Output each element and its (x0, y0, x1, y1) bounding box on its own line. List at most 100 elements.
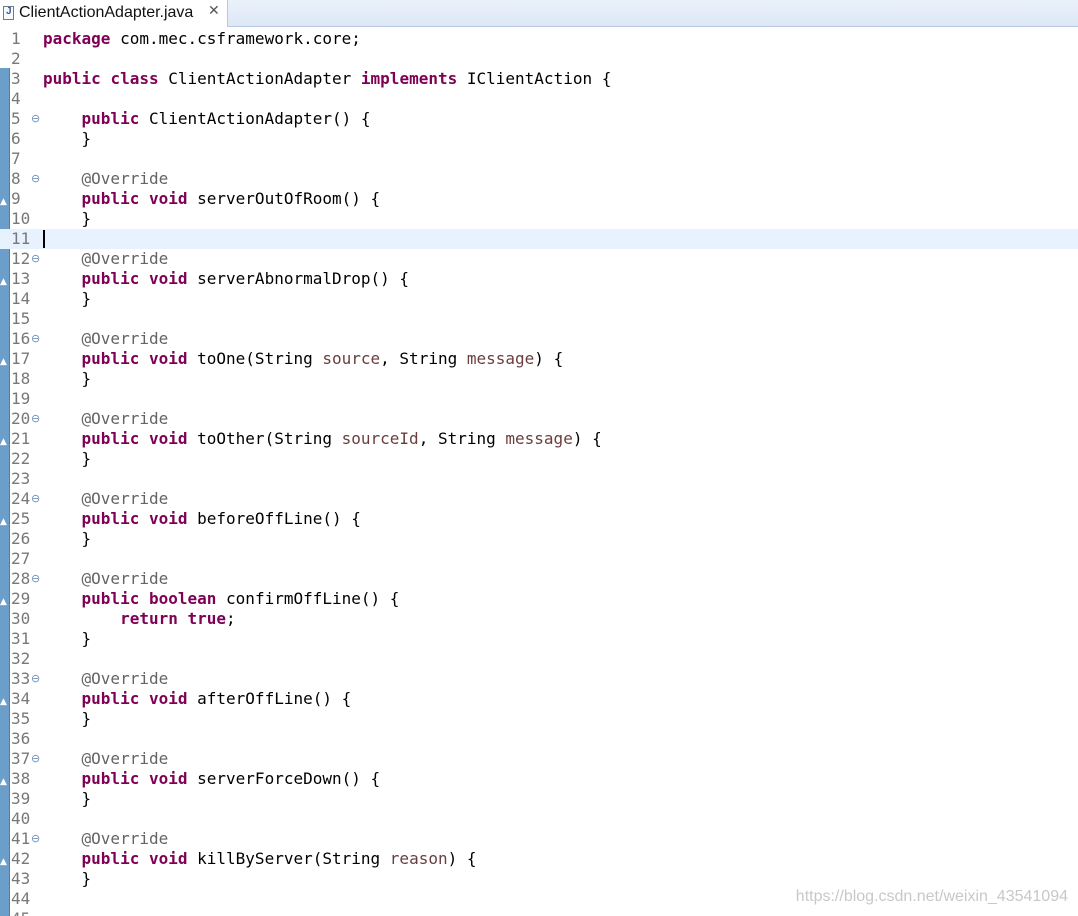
code-line[interactable]: 22 } (0, 449, 1078, 469)
fold-toggle-icon[interactable]: ⊖ (31, 829, 41, 849)
line-number: 41 (11, 829, 31, 848)
fold-toggle-icon[interactable]: ⊖ (31, 249, 41, 269)
code-line[interactable]: 34 ▲ public void afterOffLine() { (0, 689, 1078, 709)
line-number: 3 (11, 69, 21, 88)
code-token: ) { (534, 349, 564, 368)
line-number: 10 (11, 209, 31, 228)
code-line[interactable]: 12 ⊖ @Override (0, 249, 1078, 269)
code-text: public void afterOffLine() { (43, 689, 352, 709)
code-line[interactable]: 6 } (0, 129, 1078, 149)
fold-toggle-icon[interactable]: ⊖ (31, 669, 41, 689)
code-line[interactable]: 13 ▲ public void serverAbnormalDrop() { (0, 269, 1078, 289)
code-line[interactable]: 16 ⊖ @Override (0, 329, 1078, 349)
code-line[interactable]: 35 } (0, 709, 1078, 729)
watermark: https://blog.csdn.net/weixin_43541094 (795, 888, 1068, 905)
code-line[interactable]: 38 ▲ public void serverForceDown() { (0, 769, 1078, 789)
close-icon[interactable]: ✕ (208, 3, 220, 19)
code-line[interactable]: 28 ⊖ @Override (0, 569, 1078, 589)
fold-toggle-icon[interactable]: ⊖ (31, 749, 41, 769)
code-line[interactable]: 36 (0, 729, 1078, 749)
code-line[interactable]: 25 ▲ public void beforeOffLine() { (0, 509, 1078, 529)
annotation-token: @Override (81, 569, 169, 588)
code-line[interactable]: 10 } (0, 209, 1078, 229)
code-line[interactable]: 32 (0, 649, 1078, 669)
code-line[interactable]: 4 (0, 89, 1078, 109)
code-token: } (43, 709, 92, 728)
code-line[interactable]: 15 (0, 309, 1078, 329)
code-line[interactable]: 42 ▲ public void killByServer(String reas… (0, 849, 1078, 869)
fold-toggle-icon[interactable]: ⊖ (31, 409, 41, 429)
text-caret (43, 230, 45, 248)
keyword-token: void (148, 349, 188, 368)
code-line[interactable]: 14 } (0, 289, 1078, 309)
annotation-token: @Override (81, 829, 169, 848)
code-line[interactable]: 37 ⊖ @Override (0, 749, 1078, 769)
code-line[interactable]: 43 } (0, 869, 1078, 889)
code-line[interactable]: 24 ⊖ @Override (0, 489, 1078, 509)
code-line[interactable]: 27 (0, 549, 1078, 569)
keyword-token: public (81, 509, 140, 528)
line-number: 45 (11, 909, 31, 916)
code-line[interactable]: 45 (0, 909, 1078, 916)
code-line[interactable]: 23 (0, 469, 1078, 489)
code-editor[interactable]: 1 package com.mec.csframework.core; 2 3 publ… (0, 27, 1078, 916)
fold-toggle-icon[interactable]: ⊖ (31, 169, 41, 189)
code-line[interactable]: 33 ⊖ @Override (0, 669, 1078, 689)
code-line[interactable]: 20 ⊖ @Override (0, 409, 1078, 429)
code-line[interactable]: 7 (0, 149, 1078, 169)
code-line[interactable]: 1 package com.mec.csframework.core; (0, 29, 1078, 49)
keyword-token: public (43, 69, 101, 88)
code-line[interactable]: 39 } (0, 789, 1078, 809)
code-text: public void toOther(String sourceId, Str… (43, 429, 602, 449)
code-text: @Override (43, 489, 169, 509)
fold-toggle-icon[interactable]: ⊖ (31, 109, 41, 129)
code-line[interactable]: 40 (0, 809, 1078, 829)
code-line[interactable]: 31 } (0, 629, 1078, 649)
code-line[interactable]: 3 public class ClientActionAdapter implem… (0, 69, 1078, 89)
code-line[interactable]: 5 ⊖ public ClientActionAdapter() { (0, 109, 1078, 129)
code-line[interactable]: 30 return true; (0, 609, 1078, 629)
code-text: @Override (43, 669, 169, 689)
code-text: public ClientActionAdapter() { (43, 109, 371, 129)
line-number: 12 (11, 249, 31, 268)
code-line[interactable]: 18 } (0, 369, 1078, 389)
code-line[interactable]: 29 ▲ public boolean confirmOffLine() { (0, 589, 1078, 609)
line-number: 5 (11, 109, 21, 128)
fold-toggle-icon[interactable]: ⊖ (31, 569, 41, 589)
code-token: , String (380, 349, 467, 368)
code-line[interactable]: 21 ▲ public void toOther(String sourceId,… (0, 429, 1078, 449)
code-line[interactable]: 41 ⊖ @Override (0, 829, 1078, 849)
code-token: ) { (572, 429, 602, 448)
code-line[interactable]: 2 (0, 49, 1078, 69)
code-line[interactable]: 9 ▲ public void serverOutOfRoom() { (0, 189, 1078, 209)
tab-client-action-adapter[interactable]: J ClientActionAdapter.java ✕ (0, 0, 228, 27)
code-token: ClientActionAdapter (158, 69, 361, 88)
code-token: ClientActionAdapter() { (139, 109, 371, 128)
keyword-token: implements (360, 69, 458, 88)
code-line[interactable]: 19 (0, 389, 1078, 409)
keyword-token: void (148, 189, 188, 208)
keyword-token: public (81, 689, 140, 708)
code-line[interactable]: 8 ⊖ @Override (0, 169, 1078, 189)
code-line[interactable]: 26 } (0, 529, 1078, 549)
editor-tab-bar: J ClientActionAdapter.java ✕ (0, 0, 1078, 27)
code-token: } (43, 209, 92, 228)
code-text: } (43, 629, 92, 649)
fold-toggle-icon[interactable]: ⊖ (31, 329, 41, 349)
code-line[interactable]: 11 (0, 229, 1078, 249)
line-number: 7 (11, 149, 21, 168)
line-number: 26 (11, 529, 31, 548)
fold-toggle-icon[interactable]: ⊖ (31, 489, 41, 509)
code-line[interactable]: 17 ▲ public void toOne(String source, Str… (0, 349, 1078, 369)
code-token: , String (418, 429, 506, 448)
